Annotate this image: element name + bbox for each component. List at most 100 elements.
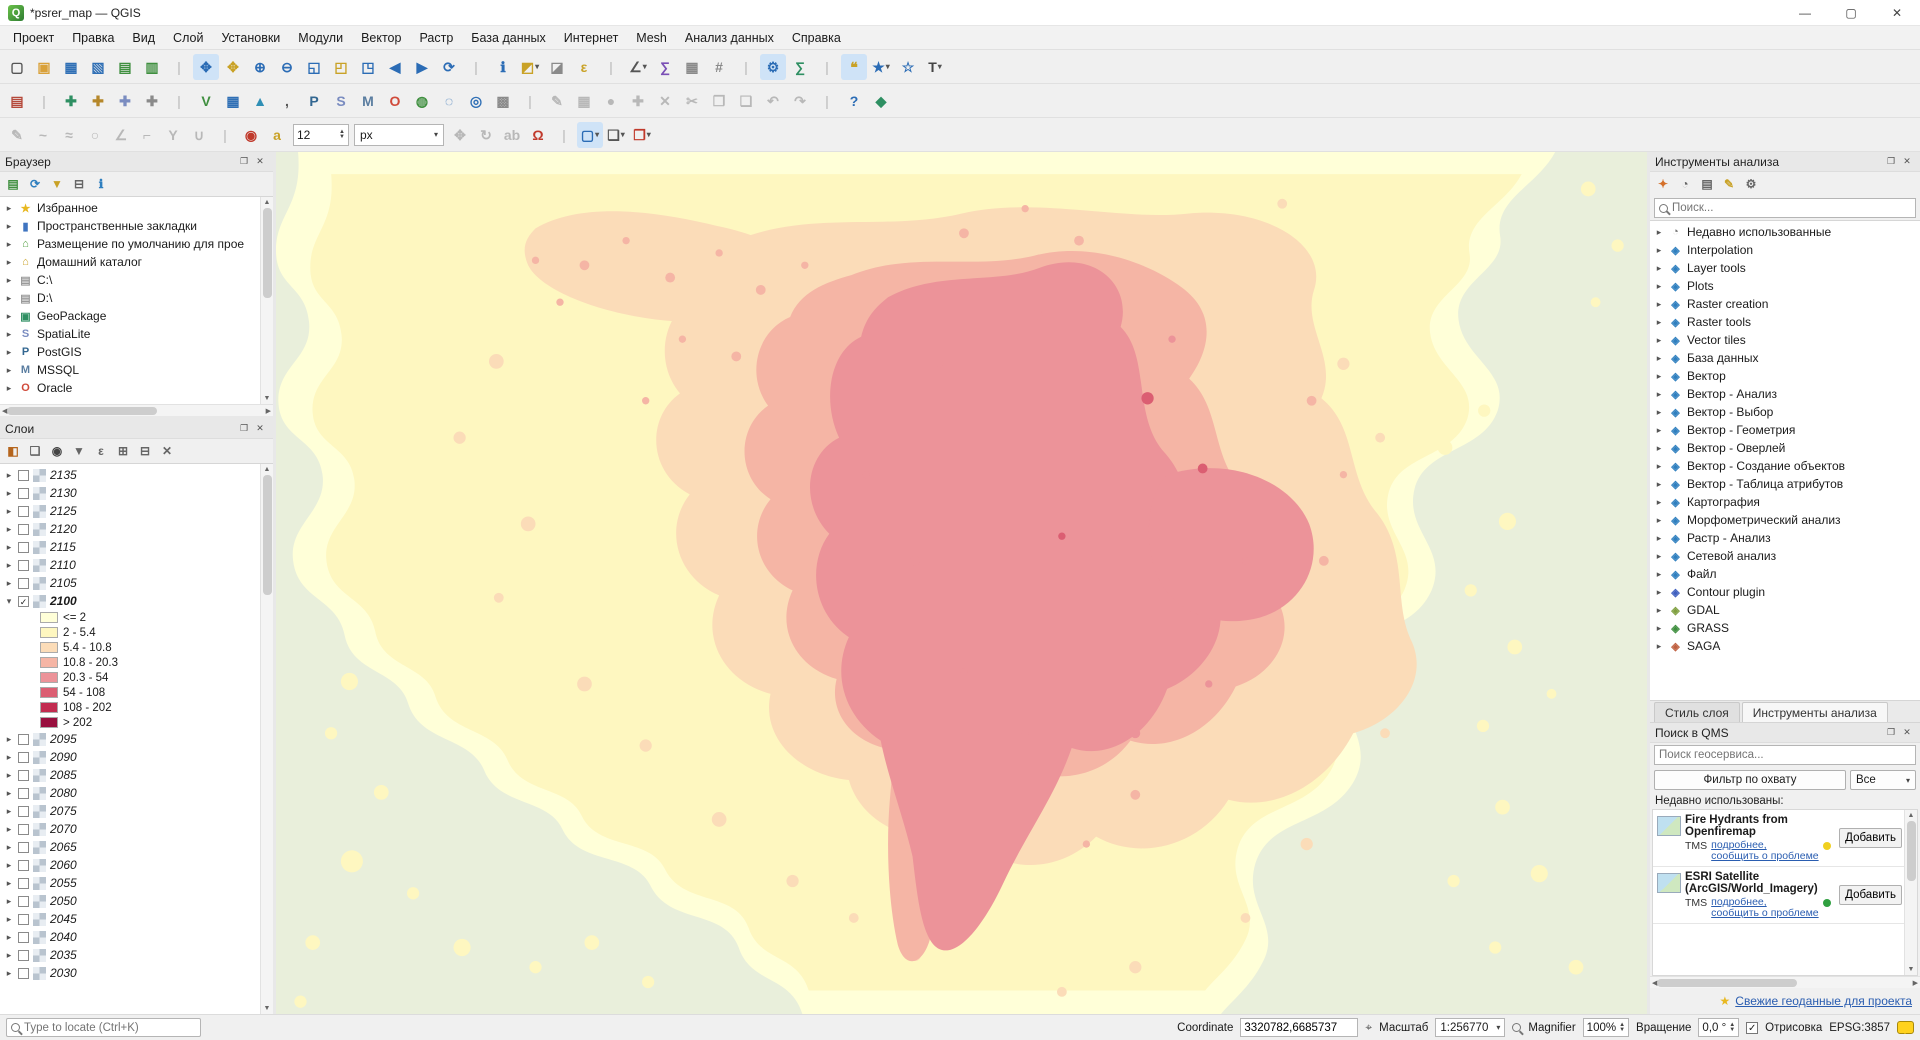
layer-checkbox[interactable] — [18, 770, 29, 781]
expand-arrow-icon[interactable]: ▸ — [1654, 461, 1664, 472]
browser-tree-item[interactable]: ▸ S SpatiaLite — [0, 325, 260, 343]
scroll-up-icon[interactable]: ▲ — [1908, 810, 1915, 821]
add-raster-layer[interactable]: ▦ — [220, 88, 246, 114]
edit-features-inplace-icon[interactable]: ✎ — [1719, 174, 1739, 194]
layer-row[interactable]: ▸ 2055 — [0, 874, 260, 892]
locate-input[interactable] — [24, 1022, 196, 1034]
add-oracle-layer[interactable]: O — [382, 88, 408, 114]
zoom-last[interactable]: ◀ — [382, 54, 408, 80]
filter-legend-icon[interactable]: ▼ — [69, 441, 89, 461]
layer-row[interactable]: ▸ 2105 — [0, 574, 260, 592]
zoom-to-layer[interactable]: ◳ — [355, 54, 381, 80]
new-geopackage-layer[interactable]: ✚ — [58, 88, 84, 114]
layer-row[interactable]: ▸ 2065 — [0, 838, 260, 856]
layer-checkbox[interactable] — [18, 734, 29, 745]
manage-map-themes-icon[interactable]: ◉ — [47, 441, 67, 461]
magnifier-spinner[interactable]: 100% ▲▼ — [1583, 1018, 1629, 1037]
layer-row[interactable]: ▸ 2050 — [0, 892, 260, 910]
expand-arrow-icon[interactable]: ▸ — [4, 806, 14, 817]
new-project[interactable]: ▢ — [4, 54, 30, 80]
zoom-in[interactable]: ⊕ — [247, 54, 273, 80]
toolbox-group-row[interactable]: ▸ ◔ Недавно использованные — [1650, 223, 1920, 241]
rotate-label[interactable]: ↻ — [473, 122, 499, 148]
new-temporary-scratch-layer[interactable]: ✚ — [139, 88, 165, 114]
float-panel-icon[interactable]: ❐ — [236, 422, 252, 436]
toolbox-group-row[interactable]: ▸ ◈ Картография — [1650, 493, 1920, 511]
qms-horizontal-scrollbar[interactable]: ◀ ▶ — [1650, 976, 1920, 988]
add-group-icon[interactable]: ❏ — [25, 441, 45, 461]
expand-arrow-icon[interactable]: ▸ — [4, 311, 14, 322]
expand-arrow-icon[interactable]: ▸ — [1654, 443, 1664, 454]
expand-arrow-icon[interactable]: ▸ — [1654, 371, 1664, 382]
layer-checkbox-checked[interactable]: ✓ — [18, 596, 29, 607]
menu-item[interactable]: Интернет — [555, 28, 628, 48]
cut-features[interactable]: ✂ — [679, 88, 705, 114]
show-bookmarks[interactable]: ☆ — [895, 54, 921, 80]
toolbox-group-row[interactable]: ▸ ◈ Файл — [1650, 565, 1920, 583]
field-calculator[interactable]: # — [706, 54, 732, 80]
layer-row[interactable]: ▸ 2120 — [0, 520, 260, 538]
scope-combo[interactable]: Все ▾ — [1850, 770, 1916, 790]
add-service-button[interactable]: Добавить — [1839, 828, 1902, 848]
menu-item[interactable]: Правка — [63, 28, 123, 48]
add-mesh-layer[interactable]: ▲ — [247, 88, 273, 114]
separator[interactable]: | — [814, 54, 840, 80]
expand-arrow-icon[interactable]: ▸ — [4, 365, 14, 376]
toolbox-search-input[interactable] — [1672, 202, 1911, 214]
select-by-expression[interactable]: ε — [571, 54, 597, 80]
expand-arrow-icon[interactable]: ▸ — [4, 329, 14, 340]
scale-combo[interactable]: 1:256770 ▾ — [1435, 1018, 1505, 1037]
copy-features[interactable]: ❐ — [706, 88, 732, 114]
map-tips[interactable]: ❝ — [841, 54, 867, 80]
toolbox-group-row[interactable]: ▸ ◈ Contour plugin — [1650, 583, 1920, 601]
layer-row[interactable]: ▸ 2095 — [0, 730, 260, 748]
save-project-as[interactable]: ▧ — [85, 54, 111, 80]
layer-checkbox[interactable] — [18, 506, 29, 517]
expand-arrow-icon[interactable]: ▸ — [1654, 497, 1664, 508]
refresh-icon[interactable]: ⟳ — [25, 174, 45, 194]
layer-row[interactable]: ▸ 2060 — [0, 856, 260, 874]
expand-arrow-icon[interactable]: ▸ — [4, 506, 14, 517]
float-panel-icon[interactable]: ❐ — [236, 155, 252, 169]
remove-layer-icon[interactable]: ✕ — [157, 441, 177, 461]
toggle-editing[interactable]: ✎ — [544, 88, 570, 114]
new-print-layout[interactable]: ▤ — [112, 54, 138, 80]
layer-checkbox[interactable] — [18, 578, 29, 589]
expand-arrow-icon[interactable]: ▸ — [4, 788, 14, 799]
toolbox-group-row[interactable]: ▸ ◈ Вектор - Выбор — [1650, 403, 1920, 421]
zoom-full[interactable]: ◱ — [301, 54, 327, 80]
expand-arrow-icon[interactable]: ▸ — [1654, 245, 1664, 256]
processing-toolbox[interactable]: ⚙ — [760, 54, 786, 80]
toolbox-search[interactable] — [1654, 198, 1916, 218]
layer-checkbox[interactable] — [18, 560, 29, 571]
expand-arrow-icon[interactable]: ▸ — [4, 257, 14, 268]
menu-item[interactable]: Слой — [164, 28, 212, 48]
expand-arrow-icon[interactable]: ▸ — [4, 275, 14, 286]
toolbox-group-row[interactable]: ▸ ◈ Layer tools — [1650, 259, 1920, 277]
toolbox-group-row[interactable]: ▸ ◈ GDAL — [1650, 601, 1920, 619]
expand-arrow-icon[interactable]: ▸ — [1654, 407, 1664, 418]
filter-by-extent-button[interactable]: Фильтр по охвату — [1654, 770, 1846, 790]
menu-item[interactable]: Справка — [783, 28, 850, 48]
separator[interactable]: | — [166, 54, 192, 80]
expand-arrow-icon[interactable]: ▸ — [1654, 533, 1664, 544]
scrollbar-thumb[interactable] — [7, 407, 157, 415]
new-spatialite-layer[interactable]: ✚ — [112, 88, 138, 114]
expand-arrow-icon[interactable]: ▸ — [4, 524, 14, 535]
toolbox-group-row[interactable]: ▸ ◈ GRASS — [1650, 619, 1920, 637]
extents-icon[interactable]: ⌖ — [1365, 1020, 1372, 1035]
expand-arrow-icon[interactable]: ▸ — [4, 770, 14, 781]
add-delimited-text-layer[interactable]: , — [274, 88, 300, 114]
qms-vertical-scrollbar[interactable]: ▲ ▼ — [1904, 810, 1917, 975]
browser-tree-item[interactable]: ▸ ▤ D:\ — [0, 289, 260, 307]
open-data-source-manager[interactable]: ▤ — [4, 88, 30, 114]
layer-checkbox[interactable] — [18, 788, 29, 799]
close-panel-icon[interactable]: ✕ — [252, 422, 268, 436]
collapse-arrow-icon[interactable]: ▾ — [4, 596, 14, 607]
separator[interactable]: | — [733, 54, 759, 80]
separator[interactable]: | — [551, 122, 577, 148]
toolbox-group-row[interactable]: ▸ ◈ Вектор - Оверлей — [1650, 439, 1920, 457]
toolbox-group-row[interactable]: ▸ ◈ Сетевой анализ — [1650, 547, 1920, 565]
expand-arrow-icon[interactable]: ▸ — [4, 560, 14, 571]
expand-arrow-icon[interactable]: ▸ — [4, 347, 14, 358]
